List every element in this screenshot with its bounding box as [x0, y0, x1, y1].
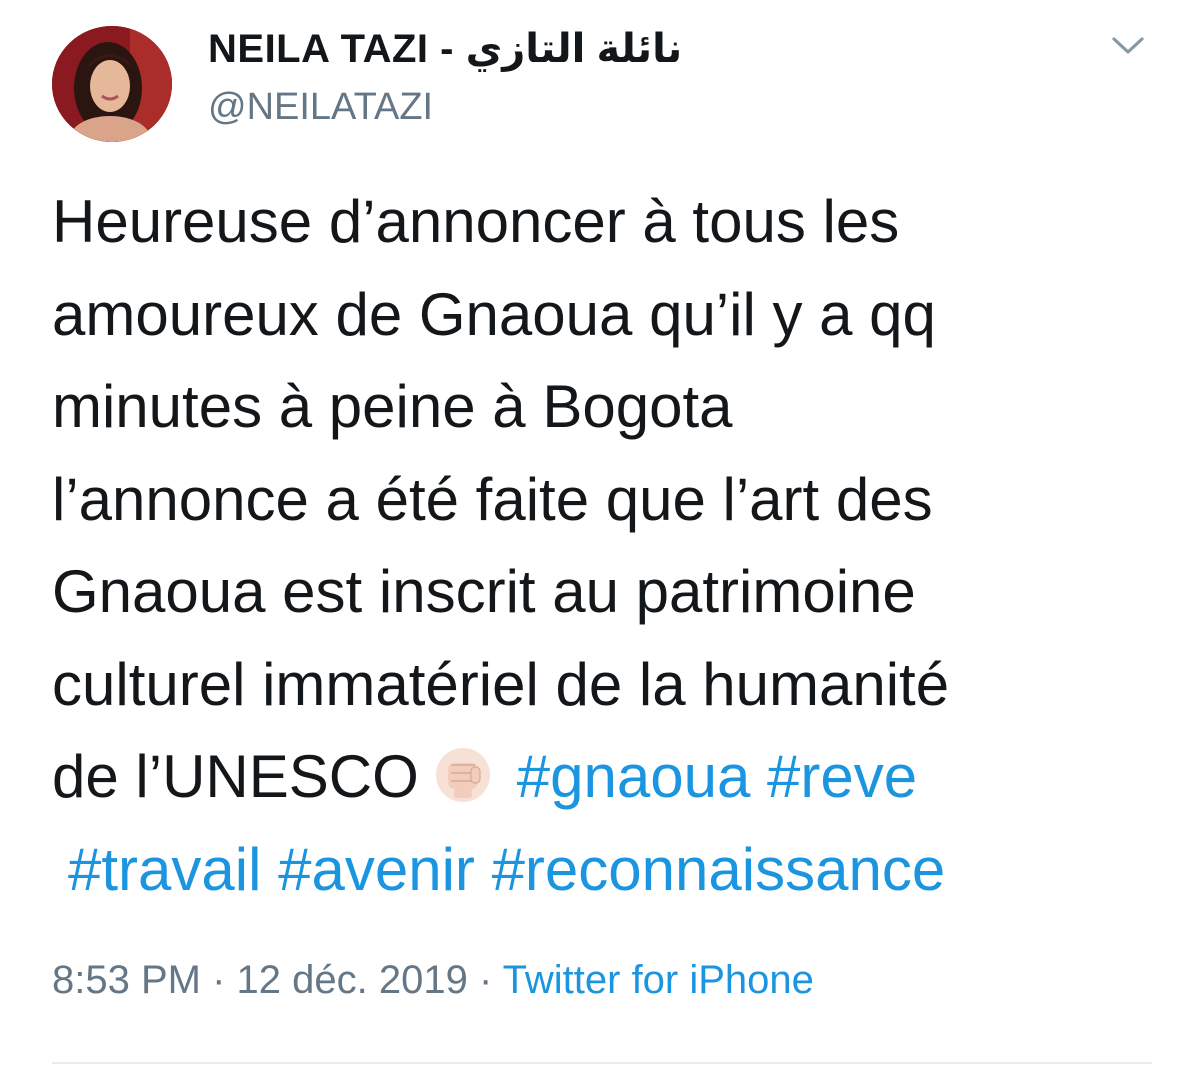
- hashtag-link[interactable]: #avenir: [278, 836, 475, 903]
- hashtag-link[interactable]: #reve: [767, 743, 917, 810]
- avatar[interactable]: [52, 26, 172, 142]
- tweet-text-line-7: de l’UNESCO #gnaoua #reve: [52, 731, 1162, 824]
- meta-separator: ·: [200, 958, 237, 1002]
- hashtag-link[interactable]: #gnaoua: [517, 743, 751, 810]
- tweet-hashtag-line: #travail #avenir #reconnaissance: [52, 824, 1162, 917]
- display-name[interactable]: NEILA TAZI - نائلة التازي: [208, 26, 682, 72]
- tweet-text-line: Gnaoua est inscrit au patrimoine: [52, 558, 916, 625]
- meta-separator: ·: [467, 958, 503, 1002]
- tweet-meta: 8:53 PM · 12 déc. 2019 · Twitter for iPh…: [52, 958, 814, 1003]
- tweet-text-line: culturel immatériel de la humanité: [52, 650, 950, 718]
- divider: [52, 1062, 1152, 1064]
- tweet-date[interactable]: 12 déc. 2019: [237, 958, 468, 1002]
- hashtag-link[interactable]: #reconnaissance: [492, 836, 946, 903]
- tweet-text-line: Heureuse d’annoncer à tous les: [52, 188, 900, 255]
- raised-fist-icon: [433, 745, 493, 805]
- hashtag-link[interactable]: #travail: [68, 836, 261, 903]
- tweet-text-line: amoureux de Gnaoua qu’il y a qq: [52, 280, 936, 348]
- tweet-source-link[interactable]: Twitter for iPhone: [503, 958, 814, 1002]
- tweet-text-line: minutes à peine à Bogota: [52, 373, 733, 440]
- tweet-card: NEILA TAZI - نائلة التازي @NEILATAZI Heu…: [0, 0, 1200, 1080]
- tweet-text: Heureuse d’annoncer à tous les amoureux …: [52, 176, 1162, 916]
- tweet-time[interactable]: 8:53 PM: [52, 958, 201, 1002]
- tweet-text-fragment: de l’UNESCO: [52, 743, 419, 810]
- user-handle[interactable]: @NEILATAZI: [208, 86, 433, 129]
- chevron-down-icon[interactable]: [1108, 30, 1148, 60]
- profile-photo-icon: [52, 26, 172, 142]
- tweet-text-line: l’annonce a été faite que l’art des: [52, 465, 933, 533]
